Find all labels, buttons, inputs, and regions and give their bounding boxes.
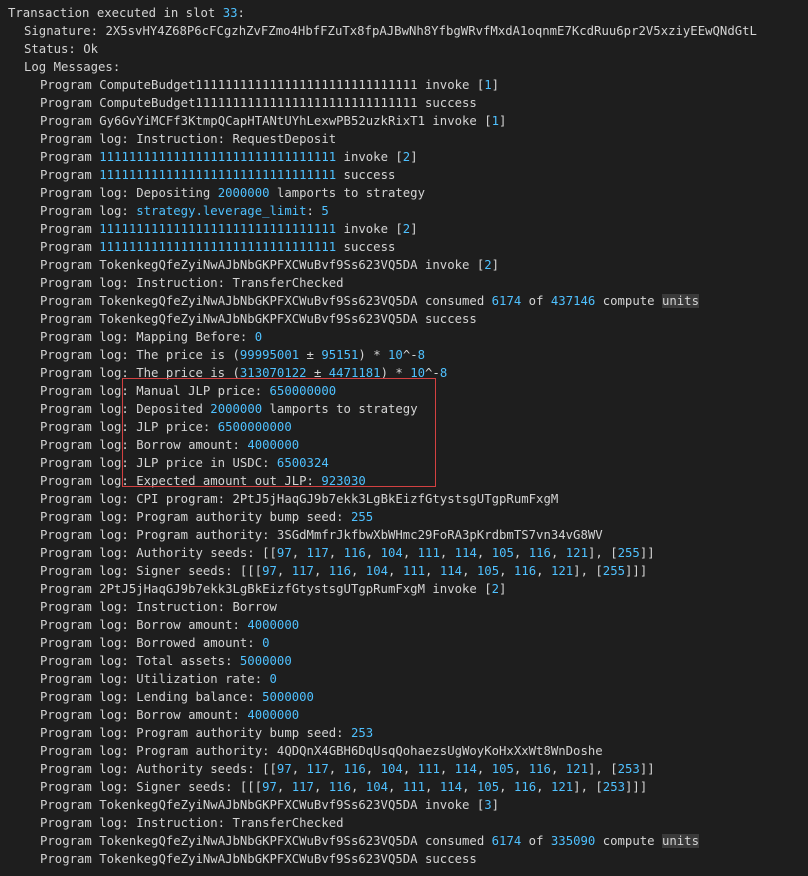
log-line: Program log: strategy.leverage_limit: 5 [8,202,800,220]
log-line: Program log: Program authority: 3SGdMmfr… [8,526,800,544]
log-line: Program log: Signer seeds: [[[97, 117, 1… [8,778,800,796]
log-line: Program log: JLP price in USDC: 6500324 [8,454,800,472]
log-line: Program log: The price is (313070122 ± 4… [8,364,800,382]
log-line: Program log: Authority seeds: [[97, 117,… [8,760,800,778]
log-line: Program TokenkegQfeZyiNwAJbNbGKPFXCWuBvf… [8,310,800,328]
log-line: Program log: The price is (99995001 ± 95… [8,346,800,364]
signature: Signature: 2X5svHY4Z68P6cFCgzhZvFZmo4Hbf… [8,22,800,40]
status: Status: Ok [8,40,800,58]
log-line: Program log: Mapping Before: 0 [8,328,800,346]
log-messages-header: Log Messages: [8,58,800,76]
log-line: Program ComputeBudget1111111111111111111… [8,76,800,94]
log-line: Program ComputeBudget1111111111111111111… [8,94,800,112]
log-line: Program Gy6GvYiMCFf3KtmpQCapHTANtUYhLexw… [8,112,800,130]
log-line: Program log: JLP price: 6500000000 [8,418,800,436]
log-output: Transaction executed in slot 33: Signatu… [0,0,808,876]
log-line: Program log: Borrow amount: 4000000 [8,616,800,634]
log-line: Program TokenkegQfeZyiNwAJbNbGKPFXCWuBvf… [8,850,800,868]
log-line: Program TokenkegQfeZyiNwAJbNbGKPFXCWuBvf… [8,292,800,310]
log-line: Program log: Deposited 2000000 lamports … [8,400,800,418]
log-line: Program log: Expected amount out JLP: 92… [8,472,800,490]
log-line: Program log: Signer seeds: [[[97, 117, 1… [8,562,800,580]
log-line: Program TokenkegQfeZyiNwAJbNbGKPFXCWuBvf… [8,256,800,274]
tx-header: Transaction executed in slot 33: [8,4,800,22]
log-line: Program log: Borrowed amount: 0 [8,634,800,652]
log-line: Program log: Borrow amount: 4000000 [8,436,800,454]
log-line: Program log: Depositing 2000000 lamports… [8,184,800,202]
log-line: Program log: Program authority bump seed… [8,724,800,742]
log-line: Program 11111111111111111111111111111111… [8,148,800,166]
log-line: Program log: Instruction: TransferChecke… [8,274,800,292]
log-line: Program log: Authority seeds: [[97, 117,… [8,544,800,562]
log-line: Program log: Manual JLP price: 650000000 [8,382,800,400]
log-line: Program TokenkegQfeZyiNwAJbNbGKPFXCWuBvf… [8,796,800,814]
log-line: Program log: Instruction: RequestDeposit [8,130,800,148]
log-line: Program log: Program authority: 4QDQnX4G… [8,742,800,760]
log-line: Program log: Instruction: Borrow [8,598,800,616]
log-line: Program log: CPI program: 2PtJ5jHaqGJ9b7… [8,490,800,508]
log-line: Program TokenkegQfeZyiNwAJbNbGKPFXCWuBvf… [8,832,800,850]
log-line: Program log: Utilization rate: 0 [8,670,800,688]
log-line: Program log: Total assets: 5000000 [8,652,800,670]
log-line: Program log: Lending balance: 5000000 [8,688,800,706]
log-line: Program log: Program authority bump seed… [8,508,800,526]
log-line: Program 2PtJ5jHaqGJ9b7ekk3LgBkEizfGtysts… [8,580,800,598]
log-line: Program log: Instruction: TransferChecke… [8,814,800,832]
log-line: Program 11111111111111111111111111111111… [8,220,800,238]
log-line: Program 11111111111111111111111111111111… [8,238,800,256]
log-line: Program log: Borrow amount: 4000000 [8,706,800,724]
log-line: Program 11111111111111111111111111111111… [8,166,800,184]
